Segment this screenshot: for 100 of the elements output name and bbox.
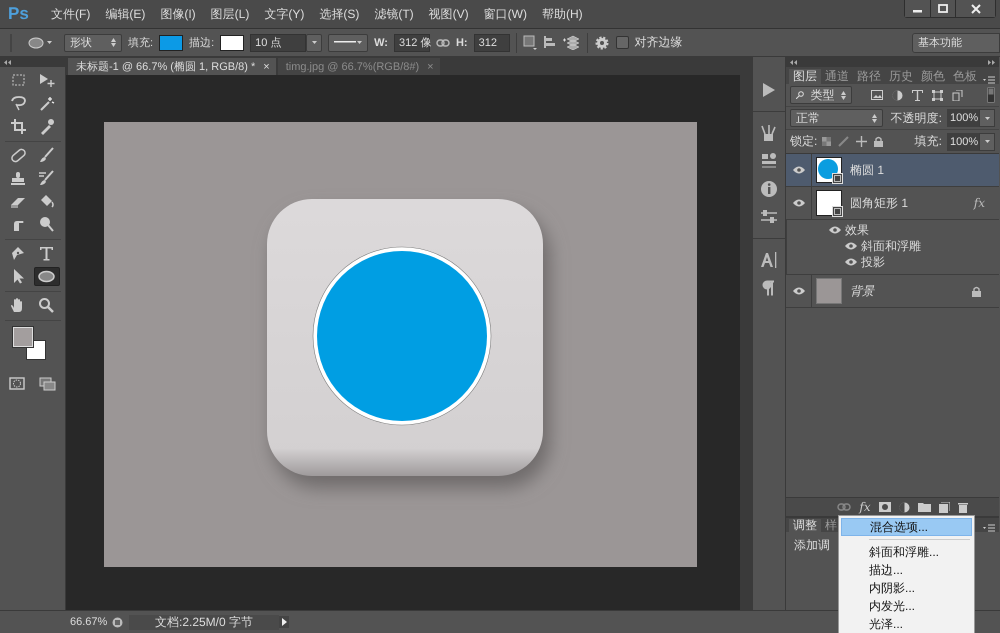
updown-icon bbox=[841, 90, 846, 100]
trash-icon[interactable] bbox=[958, 502, 968, 512]
sliders-icon[interactable] bbox=[760, 208, 778, 226]
menu-item[interactable]: 图层(L) bbox=[204, 6, 258, 22]
panel-tab[interactable]: 路径 bbox=[853, 69, 885, 84]
eye-icon[interactable] bbox=[845, 258, 857, 266]
effect-name[interactable]: 斜面和浮雕 bbox=[861, 238, 921, 254]
add-style-button[interactable]: fx bbox=[859, 500, 871, 514]
info-icon[interactable] bbox=[760, 180, 778, 198]
type-filter-icon[interactable] bbox=[912, 90, 923, 100]
layer-name: 圆角矩形 1 bbox=[850, 194, 908, 212]
menu-item[interactable]: 文字(Y) bbox=[257, 6, 312, 22]
fill-field[interactable]: 100% bbox=[947, 132, 979, 150]
menu-item[interactable]: 视图(V) bbox=[422, 6, 477, 22]
caret-icon bbox=[312, 41, 318, 44]
expand-arrow-icon[interactable] bbox=[279, 616, 289, 628]
panel-tab[interactable]: 历史 bbox=[885, 69, 917, 84]
menu-item[interactable]: 内阴影... bbox=[841, 579, 972, 597]
layer-mask-icon[interactable] bbox=[878, 502, 891, 512]
eye-icon[interactable] bbox=[845, 242, 857, 250]
eye-icon[interactable] bbox=[792, 199, 804, 207]
dropdown-button[interactable] bbox=[979, 132, 995, 150]
adjustment-filter-icon[interactable] bbox=[892, 90, 903, 100]
quick-mask-icon[interactable] bbox=[9, 377, 25, 390]
folder-icon[interactable] bbox=[918, 502, 931, 512]
link-icon[interactable] bbox=[436, 38, 450, 46]
brushes-icon[interactable] bbox=[760, 124, 778, 142]
zoom-level[interactable]: 66.67% bbox=[70, 616, 112, 628]
panel-tab[interactable]: 样 bbox=[821, 519, 841, 532]
layer-row[interactable]: 圆角矩形 1 fx bbox=[786, 187, 999, 220]
menu-item[interactable]: 内发光... bbox=[841, 597, 972, 615]
menu-item[interactable]: 光泽... bbox=[841, 615, 972, 633]
panel-tab[interactable]: 颜色 bbox=[917, 69, 949, 84]
expand-icon[interactable] bbox=[988, 60, 995, 64]
new-layer-icon[interactable] bbox=[938, 502, 950, 512]
stroke-width-field[interactable]: 10 点 bbox=[250, 34, 306, 52]
effect-name[interactable]: 投影 bbox=[861, 254, 885, 270]
menu-item[interactable]: 窗口(W) bbox=[476, 6, 535, 22]
panel-tab[interactable]: 图层 bbox=[789, 69, 821, 84]
filter-toggle-icon[interactable] bbox=[987, 87, 995, 103]
layer-row[interactable]: 背景 bbox=[786, 275, 999, 308]
width-field[interactable]: 312 像 bbox=[394, 34, 430, 52]
stroke-swatch[interactable] bbox=[220, 34, 244, 50]
path-arrangement-icon[interactable] bbox=[562, 35, 581, 50]
close-button[interactable] bbox=[955, 0, 995, 17]
height-field[interactable]: 312 bbox=[474, 34, 510, 52]
menu-item[interactable]: 编辑(E) bbox=[98, 6, 154, 22]
smart-object-filter-icon[interactable] bbox=[952, 90, 963, 100]
foreground-color-swatch[interactable] bbox=[12, 327, 32, 347]
eye-icon[interactable] bbox=[829, 226, 841, 234]
menu-item[interactable]: 滤镜(T) bbox=[367, 6, 422, 22]
panel-menu-icon[interactable] bbox=[983, 76, 995, 84]
document-icon[interactable] bbox=[112, 616, 123, 628]
workspace-select[interactable]: 基本功能 bbox=[912, 32, 1000, 52]
link-icon[interactable] bbox=[837, 503, 852, 511]
image-filter-icon[interactable] bbox=[871, 90, 883, 100]
ellipse-icon[interactable] bbox=[28, 36, 44, 48]
stroke-label: 描边: bbox=[189, 36, 214, 50]
menu-item[interactable]: 图像(I) bbox=[153, 6, 204, 22]
eye-icon[interactable] bbox=[792, 166, 804, 174]
menu-item[interactable]: 斜面和浮雕... bbox=[841, 543, 972, 561]
blend-mode-select[interactable]: 正常 bbox=[790, 109, 883, 127]
gear-icon[interactable] bbox=[594, 34, 610, 50]
collapse-icon[interactable] bbox=[4, 60, 11, 64]
lock-position-icon[interactable] bbox=[856, 136, 868, 147]
path-operations-icon[interactable] bbox=[522, 35, 537, 50]
layer-filter-select[interactable]: 类型 bbox=[790, 86, 852, 104]
document-tab[interactable]: 未标题-1 @ 66.7% (椭圆 1, RGB/8) * × bbox=[68, 58, 276, 75]
line-style-select[interactable] bbox=[328, 34, 368, 52]
shape-mode-select[interactable]: 形状 bbox=[64, 34, 122, 52]
screen-mode-icon[interactable] bbox=[39, 377, 56, 391]
minimize-button[interactable] bbox=[905, 0, 930, 17]
opacity-field[interactable]: 100% bbox=[947, 109, 979, 127]
menu-item[interactable]: 混合选项... bbox=[841, 518, 972, 536]
menu-item[interactable]: 文件(F) bbox=[44, 6, 98, 22]
panel-tab[interactable]: 通道 bbox=[821, 69, 853, 84]
menu-item[interactable]: 帮助(H) bbox=[534, 6, 591, 22]
menu-item[interactable]: 选择(S) bbox=[312, 6, 368, 22]
lock-transparency-icon[interactable] bbox=[822, 137, 832, 146]
collapse-icon[interactable] bbox=[790, 60, 797, 64]
effects-indicator: fx bbox=[974, 196, 985, 210]
panel-menu-icon[interactable] bbox=[983, 524, 995, 532]
character-icon[interactable] bbox=[760, 251, 778, 269]
shape-filter-icon[interactable] bbox=[932, 90, 943, 100]
lock-icon[interactable] bbox=[874, 136, 884, 147]
close-tab-button[interactable]: × bbox=[263, 60, 270, 72]
eye-icon[interactable] bbox=[792, 287, 804, 295]
dropdown-button[interactable] bbox=[306, 34, 322, 52]
maximize-button[interactable] bbox=[930, 0, 955, 17]
tool-button[interactable] bbox=[34, 267, 60, 286]
layer-row[interactable]: 椭圆 1 bbox=[786, 154, 999, 187]
menu-item[interactable]: 描边... bbox=[841, 561, 972, 579]
panel-tab[interactable]: 调整 bbox=[789, 519, 821, 532]
adjustment-layer-icon[interactable] bbox=[898, 502, 910, 512]
panel-tab[interactable]: 色板 bbox=[949, 69, 981, 84]
brush-presets-icon[interactable] bbox=[760, 152, 778, 170]
dropdown-button[interactable] bbox=[979, 109, 995, 127]
fill-swatch[interactable] bbox=[159, 34, 184, 50]
path-alignment-icon[interactable] bbox=[542, 35, 557, 50]
align-edges-checkbox[interactable] bbox=[616, 36, 629, 49]
